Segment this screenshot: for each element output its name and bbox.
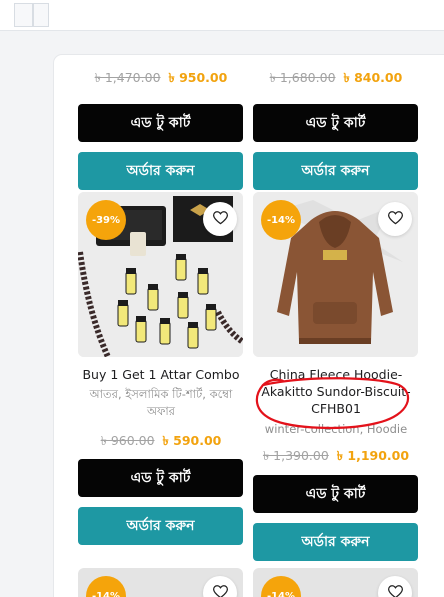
wishlist-button[interactable] [378,202,412,236]
product-image[interactable]: -14% [78,568,243,597]
product-card: -14% [78,568,244,597]
discount-badge: -14% [261,576,301,597]
order-now-label: অর্ডার করুন [126,163,195,179]
product-card: -14% [253,568,419,597]
order-now-button[interactable]: অর্ডার করুন [78,152,243,190]
product-categories[interactable]: আতর, ইসলামিক টি-শার্ট, কম্বো অফার [78,386,244,420]
heart-icon [387,210,403,229]
order-now-label: অর্ডার করুন [301,534,370,550]
order-now-label: অর্ডার করুন [301,163,370,179]
product-title[interactable]: China Fleece Hoodie-Akakitto Sundor-Bisc… [253,366,419,417]
old-price: ৳ 960.00 [100,433,155,448]
new-price: ৳ 590.00 [162,433,222,448]
toolbar-tab[interactable] [33,3,49,27]
product-image[interactable]: -39% [78,192,243,357]
new-price: ৳ 1,190.00 [336,448,410,463]
old-price: ৳ 1,680.00 [269,70,336,85]
new-price: ৳ 950.00 [168,70,228,85]
product-card: -39% Buy 1 Get 1 Attar Combo আতর, ইসলামি… [78,192,244,545]
wishlist-button[interactable] [203,202,237,236]
add-to-cart-button[interactable]: এড টু কার্ট [253,104,418,142]
product-image[interactable]: -14% [253,568,418,597]
price-row: ৳ 1,680.00 ৳ 840.00 [253,70,419,86]
product-card: ৳ 1,680.00 ৳ 840.00 এড টু কার্ট অর্ডার ক… [253,55,419,190]
heart-icon [212,584,228,597]
price-row: ৳ 1,390.00 ৳ 1,190.00 [253,448,419,464]
add-to-cart-label: এড টু কার্ট [130,115,191,131]
toolbar-tab[interactable] [14,3,33,27]
cropped-text [78,55,244,63]
add-to-cart-button[interactable]: এড টু কার্ট [78,459,243,497]
product-image[interactable]: -14% [253,192,418,357]
new-price: ৳ 840.00 [343,70,403,85]
order-now-button[interactable]: অর্ডার করুন [253,152,418,190]
heart-icon [212,210,228,229]
old-price: ৳ 1,390.00 [262,448,329,463]
discount-badge: -14% [261,200,301,240]
product-title[interactable]: Buy 1 Get 1 Attar Combo [78,366,244,383]
order-now-button[interactable]: অর্ডার করুন [78,507,243,545]
browser-top-strip [0,0,444,31]
price-row: ৳ 1,470.00 ৳ 950.00 [78,70,244,86]
wishlist-button[interactable] [378,576,412,597]
discount-badge: -14% [86,576,126,597]
add-to-cart-button[interactable]: এড টু কার্ট [253,475,418,513]
order-now-button[interactable]: অর্ডার করুন [253,523,418,561]
order-now-label: অর্ডার করুন [126,518,195,534]
old-price: ৳ 1,470.00 [94,70,161,85]
add-to-cart-button[interactable]: এড টু কার্ট [78,104,243,142]
heart-icon [387,584,403,597]
product-card: -14% China Fleece Hoodie-Akakitto Sundor… [253,192,419,561]
price-row: ৳ 960.00 ৳ 590.00 [78,433,244,449]
add-to-cart-label: এড টু কার্ট [130,470,191,486]
add-to-cart-label: এড টু কার্ট [305,115,366,131]
product-card: ৳ 1,470.00 ৳ 950.00 এড টু কার্ট অর্ডার ক… [78,55,244,190]
product-categories[interactable]: winter-collection, Hoodie [253,421,419,438]
product-grid-panel: ৳ 1,470.00 ৳ 950.00 এড টু কার্ট অর্ডার ক… [54,55,444,597]
discount-badge: -39% [86,200,126,240]
wishlist-button[interactable] [203,576,237,597]
cropped-text [253,55,419,63]
add-to-cart-label: এড টু কার্ট [305,486,366,502]
